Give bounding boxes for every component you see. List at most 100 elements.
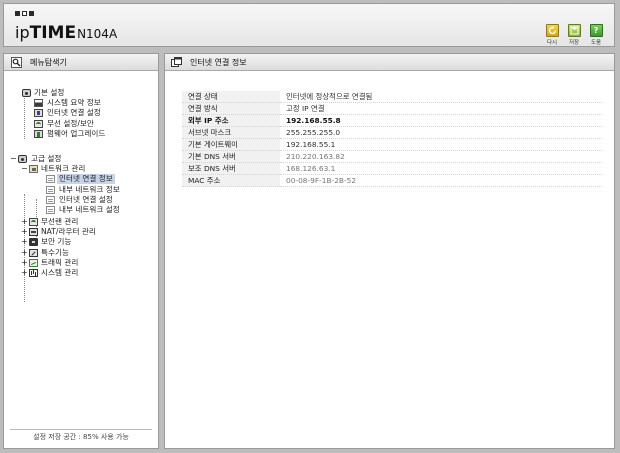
info-row: 기본 게이트웨이 192.168.55.1	[182, 138, 602, 152]
info-row: MAC 주소 00-08-9F-1B-2B-52	[182, 174, 602, 188]
expand-icon[interactable]: +	[21, 227, 28, 237]
content-title-bar: 인터넷 연결 정보	[165, 54, 614, 71]
special-function-icon	[29, 248, 38, 257]
menu-explorer-panel: 메뉴탐색기 기본 설정 시스템 요약 정보 인터넷 연결 설정 무선 설정/보안…	[3, 53, 159, 449]
menu-explorer-title-bar: 메뉴탐색기	[4, 54, 158, 71]
divider	[10, 429, 152, 430]
info-key: 기본 DNS 서버	[182, 150, 280, 164]
info-key: 외부 IP 주소	[182, 114, 280, 128]
settings-folder-icon	[18, 154, 27, 163]
tree-item-system-summary[interactable]: 시스템 요약 정보	[4, 98, 158, 108]
system-management-icon	[29, 269, 38, 277]
info-key: 보조 DNS 서버	[182, 162, 280, 176]
tree-item-wireless-security[interactable]: 무선 설정/보안	[4, 119, 158, 129]
page-icon	[46, 195, 55, 204]
help-icon[interactable]: ?	[589, 24, 603, 37]
collapse-icon[interactable]: −	[10, 154, 17, 164]
info-value: 192.168.55.1	[280, 138, 602, 152]
tree-item-label: 인터넷 연결 설정	[47, 108, 101, 118]
tree-item-internet-settings[interactable]: 인터넷 연결 설정	[4, 108, 158, 118]
tree-item-firmware-upgrade[interactable]: 펌웨어 업그레이드	[4, 129, 158, 139]
info-value: 인터넷에 정상적으로 연결됨	[280, 91, 602, 104]
content-panel: 인터넷 연결 정보 연결 상태 인터넷에 정상적으로 연결됨 연결 방식 고정 IP …	[164, 53, 615, 449]
system-summary-icon	[34, 99, 43, 108]
info-row: 연결 상태 인터넷에 정상적으로 연결됨	[182, 91, 602, 104]
info-value: 210.220.163.82	[280, 150, 602, 164]
brand-logo: ip TIME N104A	[15, 23, 117, 43]
wireless-lan-icon	[29, 218, 38, 227]
expand-icon[interactable]: +	[21, 217, 28, 227]
page-icon	[46, 185, 55, 194]
info-value: 192.168.55.8	[280, 114, 602, 128]
tree-item-internet-info[interactable]: 인터넷 연결 정보	[4, 174, 158, 185]
tree-item-label: 인터넷 연결 정보	[57, 174, 115, 185]
tree-item-lan-info[interactable]: 내부 네트워크 정보	[4, 185, 158, 195]
expand-icon[interactable]: +	[21, 248, 28, 258]
tree-network-management[interactable]: − 네트워크 관리	[4, 164, 158, 174]
info-value: 255.255.255.0	[280, 126, 602, 140]
minimize-icon[interactable]	[15, 11, 20, 16]
tree-item-label: 펌웨어 업그레이드	[47, 128, 106, 138]
internet-settings-icon	[34, 109, 43, 118]
refresh-icon[interactable]	[545, 24, 559, 37]
info-key: 연결 방식	[182, 102, 280, 116]
nat-router-icon	[29, 228, 38, 237]
refresh-label: 다시	[546, 40, 558, 46]
tree-group-security[interactable]: + 보안 기능	[4, 237, 158, 247]
firmware-upgrade-icon	[34, 129, 43, 138]
tree-item-label: 트래픽 관리	[41, 257, 79, 267]
traffic-icon	[29, 258, 38, 267]
info-value: 00-08-9F-1B-2B-52	[280, 174, 602, 188]
tree-item-internet-config[interactable]: 인터넷 연결 설정	[4, 195, 158, 205]
tree-item-label: 보안 기능	[41, 237, 72, 247]
settings-folder-icon	[22, 89, 31, 97]
restore-icon[interactable]	[22, 11, 27, 16]
save-icon[interactable]	[567, 24, 581, 37]
collapse-icon[interactable]: −	[21, 164, 28, 174]
storage-usage-text: 설정 저장 공간 : 85% 사용 가능	[33, 433, 129, 441]
lock-icon	[29, 238, 38, 247]
menu-tree: 기본 설정 시스템 요약 정보 인터넷 연결 설정 무선 설정/보안 펌웨어 업…	[4, 71, 158, 302]
tree-group-special[interactable]: + 특수기능	[4, 248, 158, 258]
save-button[interactable]: 저장	[566, 24, 582, 46]
tree-item-label: 무선 설정/보안	[47, 118, 94, 128]
header-bar: ip TIME N104A 다시 저장 ? 도움	[3, 3, 615, 47]
refresh-button[interactable]: 다시	[544, 24, 560, 46]
info-row: 서브넷 마스크 255.255.255.0	[182, 126, 602, 140]
tree-item-label: NAT/라우터 관리	[41, 227, 96, 237]
internet-info-table: 연결 상태 인터넷에 정상적으로 연결됨 연결 방식 고정 IP 연결 외부 IP 주소…	[182, 91, 602, 188]
page-title: 인터넷 연결 정보	[190, 57, 247, 67]
tree-item-label: 내부 네트워크 설정	[59, 204, 120, 214]
info-row: 기본 DNS 서버 210.220.163.82	[182, 150, 602, 164]
tree-basic-settings[interactable]: 기본 설정	[4, 88, 158, 98]
info-value: 168.126.63.1	[280, 162, 602, 176]
info-key: 서브넷 마스크	[182, 126, 280, 140]
tree-advanced-settings[interactable]: − 고급 설정	[4, 154, 158, 164]
page-icon	[46, 175, 55, 184]
info-row: 연결 방식 고정 IP 연결	[182, 102, 602, 116]
help-button[interactable]: ? 도움	[588, 24, 604, 46]
tree-group-nat-router[interactable]: + NAT/라우터 관리	[4, 227, 158, 237]
tree-item-label: 내부 네트워크 정보	[59, 184, 120, 194]
tree-group-wireless-lan[interactable]: + 무선랜 관리	[4, 217, 158, 227]
info-row: 외부 IP 주소 192.168.55.8	[182, 114, 602, 128]
network-folder-icon	[29, 165, 38, 174]
grid-icon[interactable]	[29, 11, 34, 16]
page-icon	[46, 205, 55, 214]
tree-basic-settings-label: 기본 설정	[34, 88, 65, 97]
tree-advanced-settings-label: 고급 설정	[31, 153, 62, 163]
tree-network-management-label: 네트워크 관리	[41, 164, 86, 174]
tree-group-system-management[interactable]: + 시스템 관리	[4, 268, 158, 278]
tree-item-label: 시스템 관리	[41, 268, 79, 277]
tree-item-label: 특수기능	[41, 247, 69, 257]
expand-icon[interactable]: +	[21, 258, 28, 268]
tree-group-traffic[interactable]: + 트래픽 관리	[4, 258, 158, 268]
wireless-security-icon	[34, 119, 43, 128]
info-row: 보조 DNS 서버 168.126.63.1	[182, 162, 602, 176]
tree-item-label: 시스템 요약 정보	[47, 98, 101, 108]
window-icon	[171, 56, 182, 68]
expand-icon[interactable]: +	[21, 268, 28, 278]
tree-item-lan-config[interactable]: 내부 네트워크 설정	[4, 205, 158, 215]
expand-icon[interactable]: +	[21, 237, 28, 247]
info-key: MAC 주소	[182, 174, 280, 188]
